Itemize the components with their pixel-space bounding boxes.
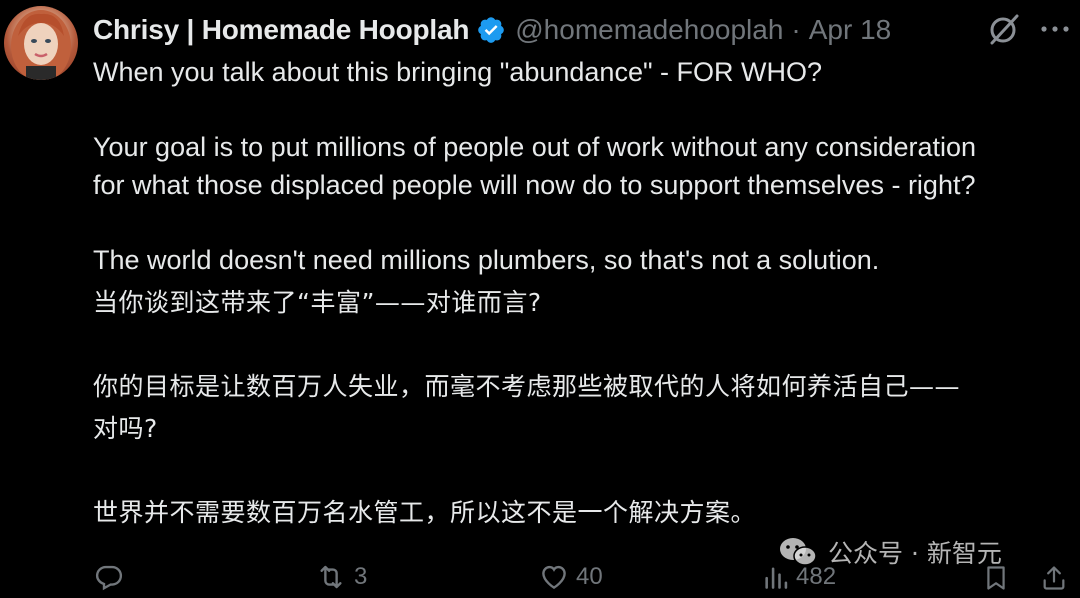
more-options-icon[interactable] (1040, 18, 1070, 40)
translation-text-line: 当你谈到这带来了“丰富”——对谁而言? (93, 288, 542, 317)
like-button[interactable]: 40 (538, 562, 603, 592)
separator-dot: · (791, 14, 801, 45)
view-count: 482 (796, 563, 837, 590)
tweet-text-line: When you talk about this bringing "abund… (93, 57, 823, 87)
heart-icon (542, 565, 566, 590)
author-handle[interactable]: @homemadehooplah (515, 14, 783, 46)
tweet-header: Chrisy | Homemade Hooplah @homemadehoopl… (93, 10, 891, 50)
grok-icon[interactable] (987, 12, 1021, 46)
tweet-text-line: The world doesn't need millions plumbers… (93, 244, 880, 275)
share-button[interactable] (1040, 562, 1068, 594)
bookmark-button[interactable] (982, 562, 1010, 594)
tweet-date[interactable]: Apr 18 (809, 14, 892, 46)
tweet: Chrisy | Homemade Hooplah @homemadehoopl… (0, 0, 1080, 598)
retweet-button[interactable]: 3 (314, 562, 367, 592)
tweet-body: When you talk about this bringing "abund… (93, 54, 1073, 534)
translation-text-line: 对吗? (93, 414, 158, 443)
author-display-name[interactable]: Chrisy | Homemade Hooplah (93, 14, 469, 46)
tweet-text-line: for what those displaced people will now… (93, 169, 976, 200)
retweet-count: 3 (354, 563, 368, 590)
views-icon (765, 567, 788, 589)
bookmark-icon (987, 566, 1005, 590)
tweet-text-line: Your goal is to put millions of people o… (93, 132, 977, 162)
views-button[interactable]: 482 (762, 562, 836, 592)
avatar[interactable] (4, 6, 78, 80)
retweet-icon (320, 565, 342, 589)
translation-text-line: 世界并不需要数百万名水管工，所以这不是一个解决方案。 (93, 498, 757, 527)
reply-icon (95, 565, 123, 591)
tweet-actions: 3 40 482 (0, 556, 1080, 598)
share-icon (1043, 566, 1065, 590)
translation-text-line: 你的目标是让数百万人失业，而毫不考虑那些被取代的人将如何养活自己—— (93, 372, 961, 401)
like-count: 40 (576, 563, 603, 590)
verified-badge-icon (476, 15, 506, 45)
reply-button[interactable] (94, 562, 130, 592)
